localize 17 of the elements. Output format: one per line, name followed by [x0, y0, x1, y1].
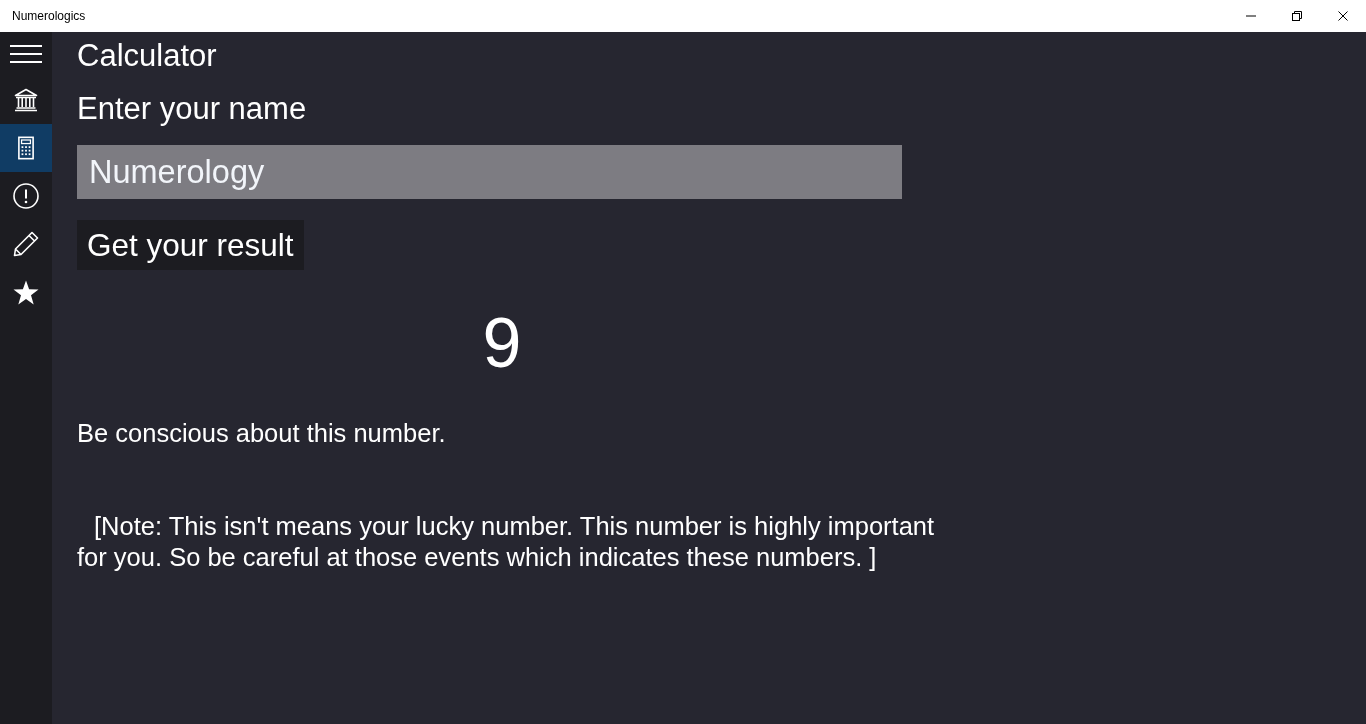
- pencil-icon: [13, 231, 39, 257]
- calculator-icon: [18, 136, 34, 160]
- name-input-field[interactable]: Numerology: [77, 145, 902, 199]
- nav-item[interactable]: [0, 124, 52, 172]
- restore-icon[interactable]: [1292, 11, 1302, 21]
- star-icon: [13, 279, 39, 305]
- get-result-button[interactable]: Get your result: [77, 220, 304, 270]
- result-message: Be conscious about this number.: [77, 418, 446, 448]
- menu-icon[interactable]: [10, 45, 42, 63]
- exclamation-circle-icon: [13, 183, 39, 209]
- close-icon[interactable]: [1338, 11, 1348, 21]
- window-title: Numerologics: [12, 9, 87, 23]
- result-number: 9: [482, 303, 522, 383]
- note-text: [Note: This isn't means your lucky number. This number is highly important for you. So be careful at those events which indicates these numbers. ]: [77, 511, 936, 573]
- page-title: Calculator: [77, 37, 217, 75]
- name-label: Enter your name: [77, 90, 307, 128]
- bank-icon: [14, 88, 38, 112]
